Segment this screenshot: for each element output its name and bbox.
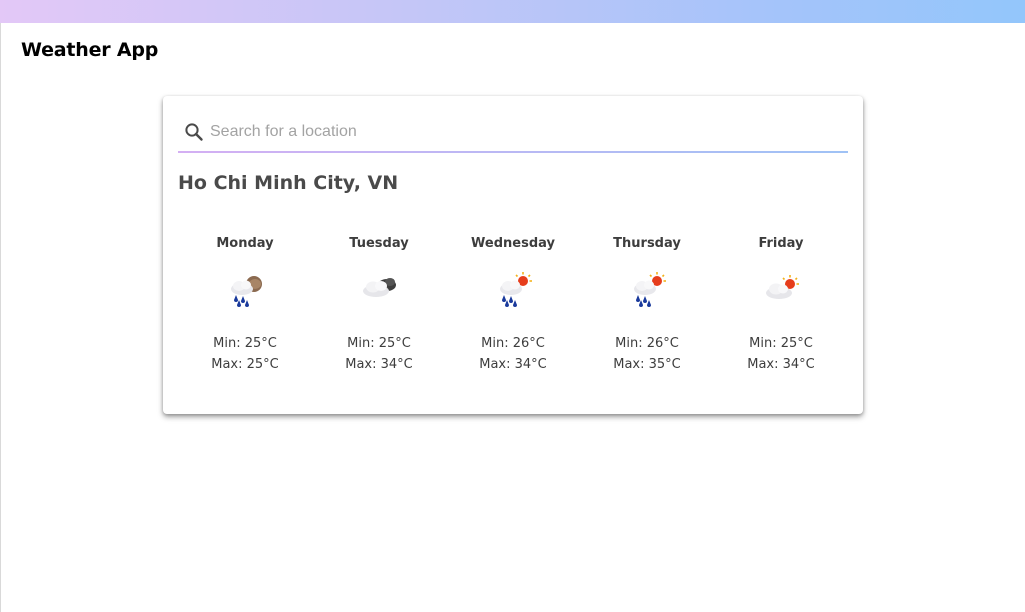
app-title: Weather App xyxy=(21,39,159,61)
max-temp: Max: 35°C xyxy=(613,357,681,372)
min-temp: Min: 26°C xyxy=(615,336,679,351)
top-gradient-bar xyxy=(0,0,1025,23)
max-temp: Max: 34°C xyxy=(747,357,815,372)
day-name: Friday xyxy=(758,236,804,251)
cloudy-night-icon xyxy=(359,272,401,308)
day-name: Thursday xyxy=(613,236,681,251)
day-name: Tuesday xyxy=(349,236,409,251)
search-icon[interactable] xyxy=(184,122,204,142)
min-temp: Min: 25°C xyxy=(749,336,813,351)
min-temp: Min: 25°C xyxy=(347,336,411,351)
min-temp: Min: 25°C xyxy=(213,336,277,351)
max-temp: Max: 34°C xyxy=(345,357,413,372)
forecast-day-tuesday: Tuesday Min: 25°C Max: 34°C xyxy=(312,236,446,376)
day-name: Monday xyxy=(216,236,274,251)
forecast-list: Monday Min: 25°C Max: 25°C Tuesday Min: … xyxy=(178,236,848,376)
rain-cloudy-night-icon xyxy=(225,272,267,308)
max-temp: Max: 34°C xyxy=(479,357,547,372)
partly-cloudy-sun-icon xyxy=(761,272,803,308)
search-bar xyxy=(178,116,848,153)
day-name: Wednesday xyxy=(471,236,555,251)
forecast-day-friday: Friday Min: 25°C Max: 34°C xyxy=(714,236,848,376)
rain-sun-icon xyxy=(493,272,535,308)
weather-card: Ho Chi Minh City, VN Monday Min: 25°C Ma… xyxy=(163,96,863,414)
rain-sun-icon xyxy=(627,272,669,308)
forecast-day-thursday: Thursday Min: 26°C Max: 35°C xyxy=(580,236,714,376)
min-temp: Min: 26°C xyxy=(481,336,545,351)
location-name: Ho Chi Minh City, VN xyxy=(178,172,399,194)
search-input[interactable] xyxy=(210,120,840,144)
forecast-day-wednesday: Wednesday Min: 26°C Max: 34°C xyxy=(446,236,580,376)
window-edge xyxy=(0,23,1,612)
max-temp: Max: 25°C xyxy=(211,357,279,372)
forecast-day-monday: Monday Min: 25°C Max: 25°C xyxy=(178,236,312,376)
